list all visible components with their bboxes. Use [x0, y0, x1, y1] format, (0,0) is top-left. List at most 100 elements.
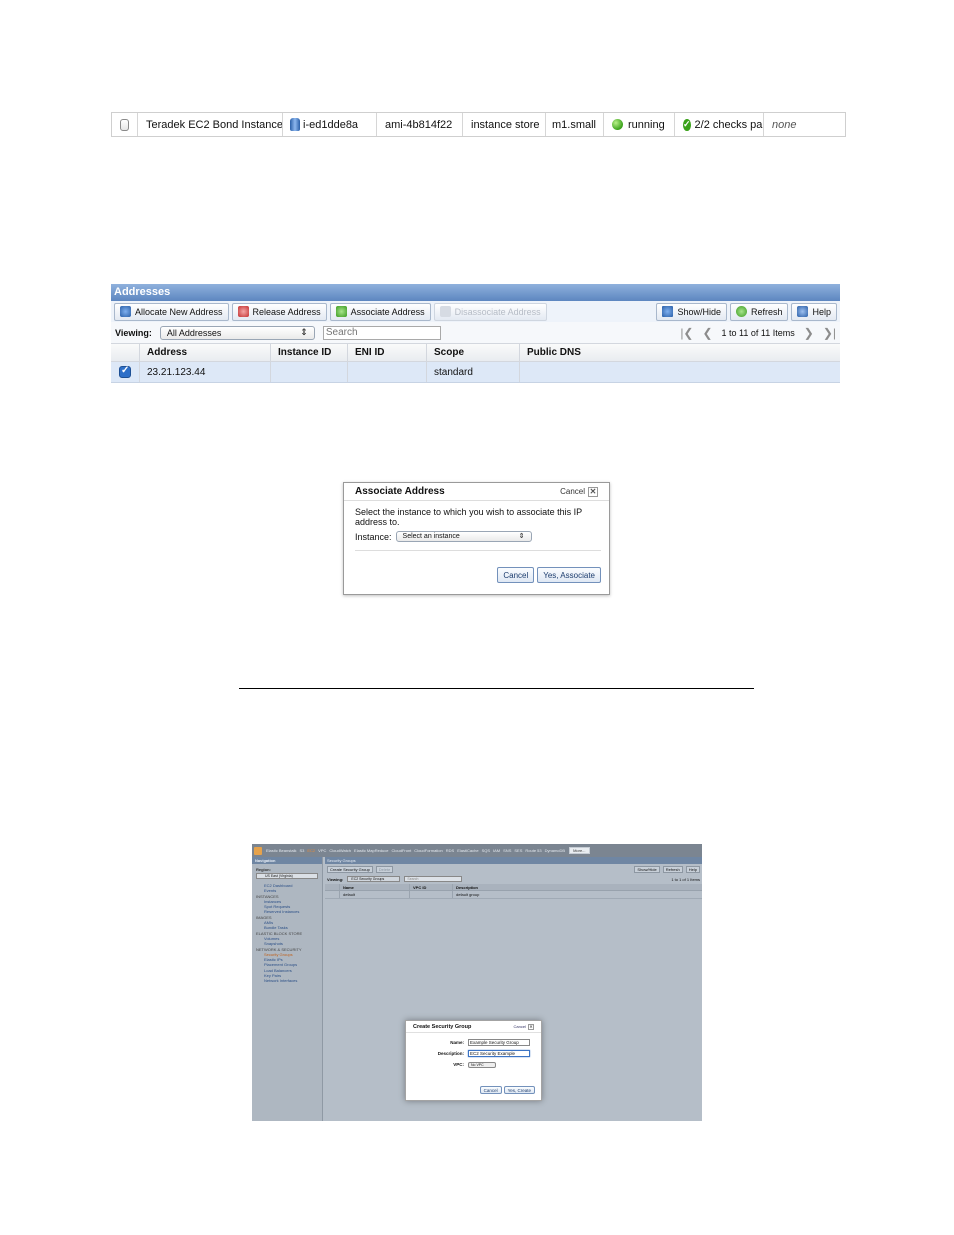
tab-ses[interactable]: SES — [514, 848, 522, 853]
dialog-cancel-link[interactable]: Cancel — [560, 487, 585, 496]
disassociate-address-button[interactable]: Disassociate Address — [433, 302, 547, 321]
columns-icon — [662, 306, 674, 317]
console-cell-vpc-id — [410, 891, 453, 898]
more-menu[interactable]: More... — [569, 847, 590, 854]
release-address-button[interactable]: Release Address — [231, 302, 327, 321]
csg-description-field[interactable]: EC2 Security Example — [468, 1050, 530, 1057]
cell-address: 23.21.123.44 — [140, 362, 271, 382]
search-input[interactable] — [322, 325, 441, 340]
csg-description-label: Description: — [437, 1051, 464, 1056]
next-page-icon[interactable]: ❯ — [804, 326, 814, 340]
first-page-icon[interactable]: |❮ — [680, 326, 693, 340]
table-row[interactable]: 23.21.123.44 standard — [111, 362, 840, 383]
console-search-input[interactable]: Search — [404, 876, 463, 882]
tab-cloudwatch[interactable]: CloudWatch — [329, 848, 351, 853]
close-icon[interactable]: ✕ — [588, 486, 598, 497]
console-toolbar: Create Security Group Delete Show/Hide R… — [325, 864, 702, 874]
tab-rds[interactable]: RDS — [446, 848, 454, 853]
console-table-header: Name VPC ID Description — [325, 884, 702, 891]
csg-header: Create Security Group Cancel ✕ — [406, 1021, 541, 1033]
pager: |❮ ❮ 1 to 11 of 11 Items ❯ ❯| — [680, 326, 836, 340]
dialog-body: Select the instance to which you wish to… — [344, 501, 609, 542]
csg-description-row: Description: EC2 Security Example — [406, 1048, 541, 1059]
tab-emr[interactable]: Elastic MapReduce — [354, 848, 388, 853]
allocate-label: Allocate New Address — [135, 306, 223, 317]
console-refresh-button[interactable]: Refresh — [662, 865, 683, 873]
console-col-description[interactable]: Description — [453, 884, 702, 890]
csg-cancel-button[interactable]: Cancel — [479, 1086, 502, 1094]
refresh-button[interactable]: Refresh — [729, 302, 789, 321]
instance-id: i-ed1dde8a — [303, 118, 359, 131]
col-public-dns[interactable]: Public DNS — [520, 344, 840, 361]
csg-cancel-link[interactable]: Cancel — [514, 1024, 526, 1029]
console-row-checkbox[interactable] — [325, 891, 340, 898]
ami-id: ami-4b814f22 — [377, 113, 463, 136]
csg-vpc-select[interactable]: No VPC — [468, 1061, 496, 1068]
yes-associate-button[interactable]: Yes, Associate — [537, 567, 601, 583]
col-eni-id[interactable]: ENI ID — [348, 344, 427, 361]
cancel-button[interactable]: Cancel — [497, 567, 535, 583]
help-label: Help — [812, 306, 831, 317]
viewing-select[interactable]: All Addresses ⇕ — [159, 325, 315, 340]
console-help-button[interactable]: Help — [685, 865, 700, 873]
delete-button[interactable]: Delete — [375, 865, 394, 873]
header-select-cell — [111, 344, 140, 361]
tab-cloudformation[interactable]: CloudFormation — [414, 848, 442, 853]
console-showhide-button[interactable]: Show/Hide — [634, 865, 660, 873]
create-security-group-dialog: Create Security Group Cancel ✕ Name: Exa… — [405, 1020, 542, 1101]
tab-vpc[interactable]: VPC — [318, 848, 326, 853]
tab-route53[interactable]: Route 53 — [525, 848, 541, 853]
tab-sns[interactable]: SNS — [503, 848, 511, 853]
addresses-toolbar: Allocate New Address Release Address Ass… — [111, 301, 840, 322]
col-address[interactable]: Address — [140, 344, 271, 361]
console-viewing-select[interactable]: EC2 Security Groups — [347, 876, 401, 882]
help-icon — [797, 306, 809, 317]
csg-vpc-row: VPC: No VPC — [406, 1059, 541, 1070]
showhide-button[interactable]: Show/Hide — [656, 302, 727, 321]
status-checks-cell: ✓ 2/2 checks pa — [675, 113, 764, 136]
console-cell-name: default — [340, 891, 410, 898]
col-scope[interactable]: Scope — [427, 344, 520, 361]
table-row[interactable]: default default group — [325, 891, 702, 899]
associate-icon — [335, 306, 347, 317]
allocate-icon — [120, 306, 131, 317]
cell-public-dns — [520, 362, 840, 382]
row-checkbox-cell[interactable] — [112, 113, 138, 136]
row-checkbox[interactable] — [120, 118, 129, 131]
row-checkbox-checked[interactable] — [119, 365, 131, 378]
console-col-name[interactable]: Name — [340, 884, 410, 890]
showhide-label: Show/Hide — [677, 306, 721, 317]
csg-vpc-label: VPC: — [453, 1062, 464, 1067]
csg-buttons: Cancel Yes, Create — [479, 1086, 535, 1094]
instance-row[interactable]: Teradek EC2 Bond Instance i-ed1dde8a ami… — [111, 112, 846, 137]
tab-cloudfront[interactable]: CloudFront — [392, 848, 412, 853]
service-tabs: Elastic Beanstalk S3 EC2 VPC CloudWatch … — [252, 844, 702, 857]
nav-item[interactable]: Network Interfaces — [256, 978, 322, 983]
associate-address-button[interactable]: Associate Address — [329, 302, 431, 321]
console-cell-description: default group — [456, 892, 480, 897]
tab-elastic-beanstalk[interactable]: Elastic Beanstalk — [266, 848, 296, 853]
instance-label: Instance: — [355, 531, 392, 542]
col-instance-id[interactable]: Instance ID — [271, 344, 348, 361]
yes-create-button[interactable]: Yes, Create — [503, 1086, 535, 1094]
tab-sqs[interactable]: SQS — [482, 848, 490, 853]
csg-title: Create Security Group — [413, 1023, 472, 1030]
prev-page-icon[interactable]: ❮ — [702, 326, 712, 340]
instance-select[interactable]: Select an instance ⇕ — [395, 531, 532, 542]
tab-ec2[interactable]: EC2 — [307, 848, 315, 853]
region-label: Region: — [256, 867, 271, 872]
last-page-icon[interactable]: ❯| — [823, 326, 836, 340]
pager-text: 1 to 11 of 11 Items — [721, 327, 795, 338]
console-header-select — [325, 884, 340, 890]
allocate-address-button[interactable]: Allocate New Address — [114, 302, 229, 321]
tab-elasticache[interactable]: ElastiCache — [457, 848, 478, 853]
csg-close-icon[interactable]: ✕ — [528, 1023, 534, 1030]
create-security-group-button[interactable]: Create Security Group — [327, 865, 373, 873]
tab-dynamodb[interactable]: DynamoDB — [545, 848, 565, 853]
csg-name-field[interactable]: Example Security Group — [468, 1039, 530, 1046]
row-select-cell[interactable] — [111, 362, 140, 382]
help-button[interactable]: Help — [791, 302, 837, 321]
tab-iam[interactable]: IAM — [493, 848, 500, 853]
console-col-vpc-id[interactable]: VPC ID — [410, 884, 453, 890]
tab-s3[interactable]: S3 — [299, 848, 304, 853]
